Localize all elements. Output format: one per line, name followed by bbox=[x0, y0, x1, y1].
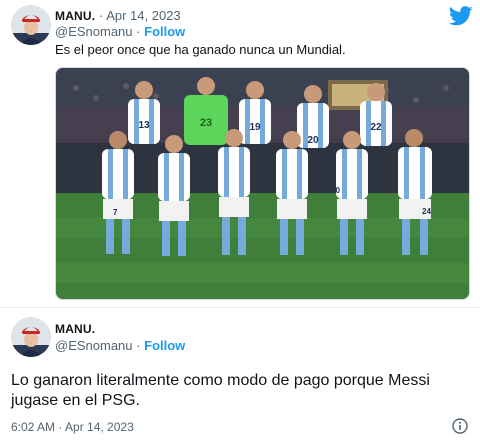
team-photo: 13 23 19 20 22 7 24 10 bbox=[56, 68, 469, 299]
separator: · bbox=[98, 8, 104, 23]
separator: · bbox=[136, 24, 141, 39]
jersey-number: 13 bbox=[138, 120, 150, 131]
author-handle-row: @ESnomanu · Follow bbox=[55, 24, 185, 39]
tweet-timestamp[interactable]: 6:02 AM · Apr 14, 2023 bbox=[11, 420, 134, 434]
jersey-number: 7 bbox=[113, 208, 118, 217]
divider bbox=[0, 307, 480, 308]
separator: · bbox=[136, 338, 141, 353]
tweet-header: MANU. · Apr 14, 2023 bbox=[55, 8, 181, 24]
avatar-image bbox=[11, 317, 51, 357]
follow-link[interactable]: Follow bbox=[144, 338, 185, 353]
avatar[interactable] bbox=[11, 5, 51, 45]
jersey-number: 22 bbox=[370, 122, 382, 133]
jersey-number: 19 bbox=[249, 122, 261, 133]
avatar[interactable] bbox=[11, 317, 51, 357]
jersey-number: 23 bbox=[200, 117, 212, 129]
author-handle[interactable]: @ESnomanu bbox=[55, 338, 133, 353]
jersey-number: 20 bbox=[307, 135, 319, 146]
follow-link[interactable]: Follow bbox=[144, 24, 185, 39]
jersey-number: 24 bbox=[422, 207, 431, 216]
tweet-text: Es el peor once que ha ganado nunca un M… bbox=[55, 42, 346, 57]
author-name[interactable]: MANU. bbox=[55, 322, 95, 336]
info-icon[interactable] bbox=[452, 418, 468, 434]
jersey-number: 10 bbox=[331, 186, 340, 195]
tweet-media-photo[interactable]: 13 23 19 20 22 7 24 10 bbox=[55, 67, 470, 300]
author-handle-row: @ESnomanu · Follow bbox=[55, 338, 185, 353]
twitter-bird-icon[interactable] bbox=[448, 6, 473, 26]
avatar-image bbox=[11, 5, 51, 45]
author-handle[interactable]: @ESnomanu bbox=[55, 24, 133, 39]
tweet-text: Lo ganaron literalmente como modo de pag… bbox=[11, 372, 430, 409]
tweet-date[interactable]: Apr 14, 2023 bbox=[106, 8, 180, 23]
author-name[interactable]: MANU. bbox=[55, 9, 95, 23]
